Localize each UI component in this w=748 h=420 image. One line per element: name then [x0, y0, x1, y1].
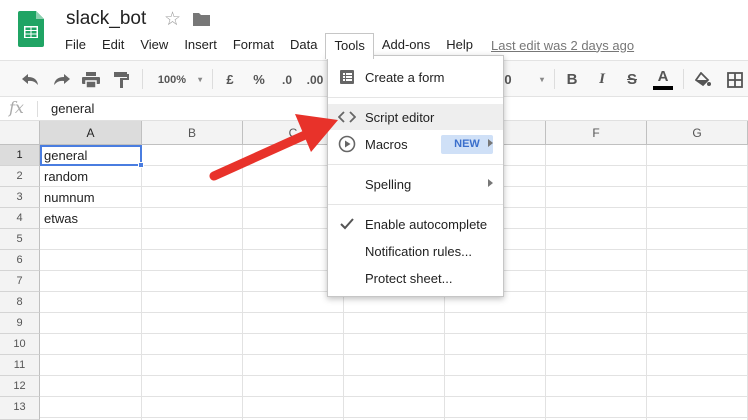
fill-color-icon[interactable] — [690, 61, 716, 98]
zoom-select[interactable]: 100% ▾ — [150, 61, 210, 98]
menu-file[interactable]: File — [57, 33, 94, 57]
menu-data[interactable]: Data — [282, 33, 325, 57]
fill-handle[interactable] — [138, 162, 144, 168]
menu-item-label: Notification rules... — [365, 244, 472, 259]
checkmark-icon — [340, 218, 354, 230]
row-header-8[interactable]: 8 — [0, 292, 40, 313]
undo-icon[interactable] — [16, 61, 46, 98]
increase-decimal-button[interactable]: .00 — [302, 61, 328, 98]
text-color-swatch — [653, 86, 673, 90]
menu-item-label: Create a form — [365, 70, 445, 85]
formula-separator — [37, 101, 38, 117]
grid-line — [40, 375, 748, 376]
toolbar-separator — [142, 69, 143, 89]
last-edit-link[interactable]: Last edit was 2 days ago — [491, 38, 634, 53]
menu-divider — [328, 204, 503, 205]
menu-item-label: Protect sheet... — [365, 271, 453, 286]
menu-addons[interactable]: Add-ons — [374, 33, 438, 57]
paint-format-icon[interactable] — [106, 61, 136, 98]
currency-button[interactable]: £ — [218, 61, 242, 98]
fx-icon: fx — [9, 98, 24, 117]
row-header-3[interactable]: 3 — [0, 187, 40, 208]
borders-icon[interactable] — [722, 61, 748, 98]
menu-format[interactable]: Format — [225, 33, 282, 57]
menu-item-protect-sheet[interactable]: Protect sheet... — [328, 265, 503, 291]
menu-item-script-editor[interactable]: Script editor — [328, 104, 503, 130]
row-header-1[interactable]: 1 — [0, 145, 40, 166]
zoom-value: 100% — [157, 73, 187, 86]
menu-insert[interactable]: Insert — [176, 33, 225, 57]
folder-icon[interactable] — [193, 12, 210, 26]
row-header-11[interactable]: 11 — [0, 355, 40, 376]
formula-input[interactable]: general — [51, 101, 94, 116]
menu-view[interactable]: View — [132, 33, 176, 57]
cell-a4[interactable]: etwas — [44, 208, 78, 229]
row-header-13[interactable]: 13 — [0, 397, 40, 420]
menu-item-label: Macros — [365, 137, 408, 152]
toolbar-separator — [554, 69, 555, 89]
chevron-down-icon: ▾ — [198, 75, 203, 84]
menu-item-label: Spelling — [365, 177, 412, 192]
row-header-9[interactable]: 9 — [0, 313, 40, 334]
chevron-down-icon[interactable]: ▾ — [534, 61, 550, 98]
row-header-5[interactable]: 5 — [0, 229, 40, 250]
cell-a3[interactable]: numnum — [44, 187, 95, 208]
row-header-6[interactable]: 6 — [0, 250, 40, 271]
submenu-arrow-icon — [488, 179, 493, 187]
menu-item-label: Script editor — [365, 110, 435, 125]
cell-a2[interactable]: random — [44, 166, 88, 187]
star-icon[interactable]: ☆ — [164, 8, 181, 31]
selected-cell-outline — [40, 145, 142, 166]
title-bar: slack_bot ☆ File Edit View Insert Format… — [0, 0, 748, 60]
select-all-corner[interactable] — [0, 121, 40, 145]
document-title[interactable]: slack_bot — [66, 8, 146, 30]
text-color-button[interactable]: A — [650, 61, 676, 98]
grid-line — [40, 417, 748, 418]
menu-item-notification-rules[interactable]: Notification rules... — [328, 238, 503, 264]
print-icon[interactable] — [76, 61, 106, 98]
grid-line — [40, 312, 748, 313]
percent-button[interactable]: % — [246, 61, 272, 98]
grid-line — [40, 333, 748, 334]
row-header-10[interactable]: 10 — [0, 334, 40, 355]
menu-help[interactable]: Help — [438, 33, 481, 57]
grid-line — [40, 354, 748, 355]
sheets-logo-icon[interactable] — [18, 11, 44, 47]
text-color-letter: A — [657, 68, 669, 85]
strikethrough-button[interactable]: S — [620, 61, 644, 98]
menu-divider — [328, 97, 503, 98]
menu-item-enable-autocomplete[interactable]: Enable autocomplete — [328, 211, 503, 237]
new-badge: NEW — [441, 135, 493, 154]
column-header-a[interactable]: A — [40, 121, 142, 145]
menu-bar: File Edit View Insert Format Data Tools … — [57, 33, 634, 59]
menu-item-create-form[interactable]: Create a form — [328, 64, 503, 90]
grid-line — [40, 396, 748, 397]
submenu-arrow-icon — [488, 139, 493, 147]
menu-edit[interactable]: Edit — [94, 33, 132, 57]
menu-tools[interactable]: Tools — [325, 33, 374, 59]
column-header-g[interactable]: G — [647, 121, 748, 145]
column-header-f[interactable]: F — [546, 121, 647, 145]
row-header-4[interactable]: 4 — [0, 208, 40, 229]
menu-divider — [328, 164, 503, 165]
form-icon — [340, 70, 354, 84]
tools-dropdown-menu: Create a form Script editor Macros NEW S… — [327, 55, 504, 297]
italic-button[interactable]: I — [590, 61, 614, 98]
red-arrow-annotation — [209, 114, 338, 181]
redo-icon[interactable] — [46, 61, 76, 98]
toolbar-separator — [212, 69, 213, 89]
row-header-12[interactable]: 12 — [0, 376, 40, 397]
row-header-7[interactable]: 7 — [0, 271, 40, 292]
bold-button[interactable]: B — [560, 61, 584, 98]
decrease-decimal-button[interactable]: .0 — [274, 61, 300, 98]
toolbar-separator — [683, 69, 684, 89]
menu-item-label: Enable autocomplete — [365, 217, 488, 232]
menu-item-macros[interactable]: Macros NEW — [328, 131, 503, 157]
row-header-2[interactable]: 2 — [0, 166, 40, 187]
menu-item-spelling[interactable]: Spelling — [328, 171, 503, 197]
